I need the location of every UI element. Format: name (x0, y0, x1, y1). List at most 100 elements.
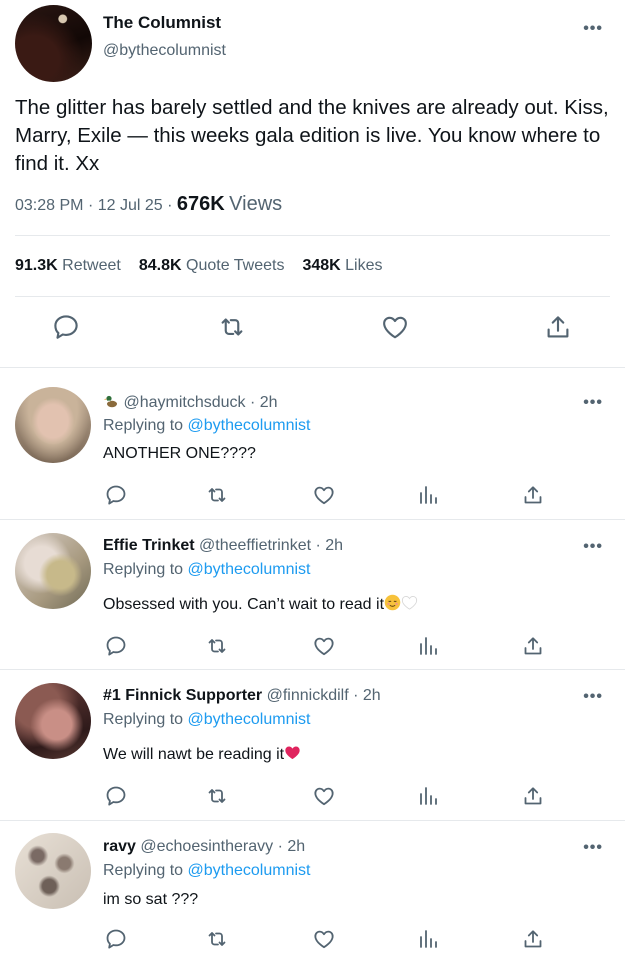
more-options-button[interactable]: ••• (583, 839, 603, 857)
analytics-icon[interactable] (416, 784, 440, 808)
reply-icon[interactable] (104, 927, 128, 951)
retweet-icon[interactable] (205, 634, 229, 658)
analytics-icon[interactable] (416, 927, 440, 951)
likes-stat[interactable]: 348K Likes (302, 257, 382, 274)
reply-text: ANOTHER ONE???? (103, 445, 256, 462)
retweets-stat[interactable]: 91.3K Retweet (15, 257, 121, 274)
reply-tweet[interactable]: ravy @echoesintheravy · 2h ••• Replying … (0, 821, 625, 960)
mention-link[interactable]: @bythecolumnist (188, 862, 311, 879)
reply-author-name[interactable]: ravy (103, 838, 136, 855)
heart-icon[interactable] (312, 927, 336, 951)
analytics-icon[interactable] (416, 483, 440, 507)
more-options-button[interactable]: ••• (583, 688, 603, 706)
quotes-label: Quote Tweets (186, 257, 285, 274)
tweet-time[interactable]: 03:28 PM (15, 197, 83, 214)
separator-dot: · (167, 197, 173, 214)
avatar[interactable] (15, 683, 91, 759)
reply-tweet[interactable]: #1 Finnick Supporter @finnickdilf · 2h •… (0, 670, 625, 821)
reply-author-handle[interactable]: @finnickdilf (267, 687, 349, 704)
separator-dot: · (277, 838, 283, 855)
quotes-stat[interactable]: 84.8K Quote Tweets (139, 257, 285, 274)
more-options-button[interactable]: ••• (583, 538, 603, 556)
reply-text: Obsessed with you. Can’t wait to read it (103, 596, 385, 613)
separator-dot: · (249, 394, 256, 411)
replying-to: Replying to @bythecolumnist (103, 711, 310, 729)
more-options-button[interactable]: ••• (583, 394, 603, 412)
heart-icon[interactable] (312, 784, 336, 808)
author-name[interactable]: The Columnist (103, 13, 221, 33)
mention-link[interactable]: @bythecolumnist (188, 417, 311, 434)
reply-icon[interactable] (104, 634, 128, 658)
share-icon[interactable] (521, 634, 545, 658)
heart-icon[interactable] (312, 483, 336, 507)
reply-icon[interactable] (104, 483, 128, 507)
author-handle[interactable]: @bythecolumnist (103, 42, 226, 60)
reply-text: We will nawt be reading it (103, 746, 285, 763)
replying-label: Replying to (103, 417, 184, 434)
reply-header: ravy @echoesintheravy · 2h (103, 838, 305, 856)
replying-to: Replying to @bythecolumnist (103, 417, 310, 435)
tweet-actions (0, 312, 625, 352)
reply-tweet[interactable]: @haymitchsduck · 2h ••• Replying to @byt… (0, 368, 625, 520)
engagement-stats: 91.3K Retweet 84.8K Quote Tweets 348K Like… (15, 257, 383, 275)
reply-icon[interactable] (104, 784, 128, 808)
retweet-icon[interactable] (217, 312, 247, 342)
likes-label: Likes (345, 257, 383, 274)
avatar[interactable] (15, 387, 91, 463)
retweets-count: 91.3K (15, 257, 58, 274)
replying-label: Replying to (103, 711, 184, 728)
reply-header: #1 Finnick Supporter @finnickdilf · 2h (103, 687, 381, 705)
retweets-label: Retweet (62, 257, 121, 274)
relieved-face-emoji-icon (384, 594, 401, 611)
reply-age[interactable]: 2h (287, 838, 305, 855)
avatar[interactable] (15, 533, 91, 609)
retweet-icon[interactable] (205, 483, 229, 507)
reply-author-handle[interactable]: @theeffietrinket (199, 537, 311, 554)
white-heart-emoji-icon (401, 594, 418, 611)
reply-age[interactable]: 2h (260, 394, 278, 411)
reply-author-handle[interactable]: @echoesintheravy (140, 838, 273, 855)
separator-dot: · (87, 197, 94, 214)
share-icon[interactable] (543, 312, 573, 342)
reply-text: im so sat ??? (103, 891, 199, 908)
reply-age[interactable]: 2h (325, 537, 343, 554)
views-count: 676K (176, 193, 225, 215)
share-icon[interactable] (521, 927, 545, 951)
red-heart-emoji-icon (284, 744, 301, 761)
reply-icon[interactable] (51, 312, 81, 342)
replying-label: Replying to (103, 862, 184, 879)
main-tweet: The Columnist @bythecolumnist ••• The gl… (0, 0, 625, 368)
reply-author-name[interactable]: #1 Finnick Supporter (103, 687, 262, 704)
divider (15, 235, 610, 236)
retweet-icon[interactable] (205, 927, 229, 951)
replying-label: Replying to (103, 561, 184, 578)
mention-link[interactable]: @bythecolumnist (188, 711, 311, 728)
quotes-count: 84.8K (138, 257, 182, 274)
mention-link[interactable]: @bythecolumnist (188, 561, 311, 578)
avatar[interactable] (15, 5, 92, 82)
reply-header: Effie Trinket @theeffietrinket · 2h (103, 537, 343, 555)
reply-text-line: Obsessed with you. Can’t wait to read it (103, 594, 418, 614)
likes-count: 348K (302, 257, 341, 274)
replying-to: Replying to @bythecolumnist (103, 561, 310, 579)
heart-icon[interactable] (380, 312, 410, 342)
reply-text-line: We will nawt be reading it (103, 744, 301, 764)
separator-dot: · (353, 687, 359, 704)
tweet-meta: 03:28 PM · 12 Jul 25 · 676K Views (15, 193, 282, 216)
views-label: Views (229, 193, 283, 215)
reply-tweet[interactable]: Effie Trinket @theeffietrinket · 2h ••• … (0, 520, 625, 670)
reply-author-name[interactable]: Effie Trinket (103, 537, 195, 554)
heart-icon[interactable] (312, 634, 336, 658)
tweet-date[interactable]: 12 Jul 25 (98, 197, 163, 214)
duck-emoji-icon (103, 393, 119, 409)
retweet-icon[interactable] (205, 784, 229, 808)
reply-age[interactable]: 2h (363, 687, 381, 704)
share-icon[interactable] (521, 483, 545, 507)
avatar[interactable] (15, 833, 91, 909)
share-icon[interactable] (521, 784, 545, 808)
more-options-button[interactable]: ••• (583, 20, 603, 38)
separator-dot: · (315, 537, 321, 554)
reply-author-handle[interactable]: @haymitchsduck (123, 394, 245, 411)
divider (15, 296, 610, 297)
analytics-icon[interactable] (416, 634, 440, 658)
